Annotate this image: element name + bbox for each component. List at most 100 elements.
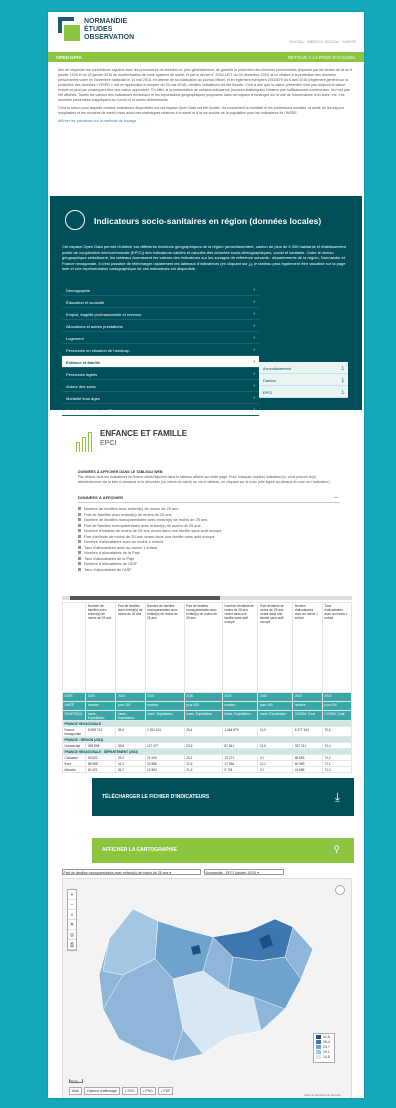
meta-cell: 2020	[221, 692, 259, 702]
meta-cell: nombre	[85, 701, 117, 711]
meta-cell: 2020	[85, 692, 117, 702]
data-table: Nombre de familles avec enfant(s) de moi…	[62, 602, 352, 774]
chevron-right-icon: ›	[253, 287, 255, 293]
normandy-map[interactable]	[63, 879, 353, 1098]
table-cell: 11,9	[257, 726, 294, 737]
indicators-panel: Indicateurs socio-sanitaires en région (…	[50, 196, 362, 416]
theme-item[interactable]: Mortalité des moins de 65 ans ›	[62, 404, 259, 416]
level-label: EPCI	[263, 390, 273, 395]
table-cell: 70,6	[321, 726, 352, 737]
meta-row: DATE 2020 2020 2020 2020 2020 2020 2022 2022	[62, 692, 352, 702]
meta-cell: CCMSA, Cnaf	[292, 710, 323, 721]
table-cell: 2 261 161	[144, 726, 185, 737]
meta-cell: CCMSA, Cnaf	[321, 710, 352, 721]
collapse-icon[interactable]: —	[334, 494, 338, 499]
theme-item[interactable]: Démographie ›	[62, 284, 259, 296]
column-header[interactable]: Part d'enfants de moins de 25 ans vivant…	[257, 602, 294, 693]
table-scrollbar[interactable]	[62, 596, 352, 600]
theme-item[interactable]: Allocations et autres prestations ›	[62, 320, 259, 332]
zoom-in-icon[interactable]: +	[68, 890, 76, 900]
indicator-select[interactable]: Part de familles monoparentales avec enf…	[62, 869, 201, 875]
level-item[interactable]: EPCI ⤓	[259, 386, 348, 398]
theme-item[interactable]: Personnes âgées ›	[62, 368, 259, 380]
level-item[interactable]: Arrondissement ⤓	[259, 362, 348, 374]
theme-label: Allocations et autres prestations	[66, 324, 123, 329]
bar-chart-icon	[76, 432, 93, 452]
intro-paragraph-1: Afin de respecter les conventions signée…	[58, 68, 353, 102]
map-search-icon	[65, 210, 85, 230]
row-label: France hexagonale	[62, 726, 87, 737]
layers-icon[interactable]	[335, 885, 345, 895]
download-icon: ⤓	[334, 790, 340, 804]
zone-select[interactable]: Normandie - EPCI (janvier 2023) ▾	[204, 869, 284, 875]
theme-list: Démographie › Éducation et scolarité › Emplo…	[62, 284, 259, 416]
search-icon[interactable]: ⌕	[68, 910, 76, 920]
map-button[interactable]: Options d'affichage	[84, 1087, 120, 1095]
theme-label: Enfance et famille	[66, 360, 101, 365]
data-to-display-toggle[interactable]: DONNÉES À AFFICHER —	[78, 494, 340, 503]
map-view[interactable]: + − ⌕ ✕ ◎ ⎙ 32,6 26,4 23,7 19,1 14,5 20 km A…	[62, 878, 352, 1098]
column-header[interactable]: Nombre de familles avec enfant(s) de moi…	[85, 602, 117, 693]
chevron-right-icon: ›	[253, 383, 255, 389]
map-button[interactable]: ⤓ PDF	[157, 1087, 174, 1095]
chevron-right-icon: ›	[253, 335, 255, 341]
column-header[interactable]: Taux d'allocataires avec au moins 1 enfa…	[321, 602, 352, 693]
show-map-label: AFFICHER LA CARTOGRAPHIE	[102, 847, 177, 853]
map-button[interactable]: ⤓ SVG	[121, 1087, 138, 1095]
back-home-link[interactable]: RETOUR À LA PAGE D'ACCUEIL	[288, 55, 356, 60]
table-cell: 24 177	[292, 772, 323, 774]
theme-item[interactable]: Personnes en situation de handicap ›	[62, 344, 259, 356]
theme-item[interactable]: Autour des soins ›	[62, 380, 259, 392]
theme-item[interactable]: Mortalité tous âges ›	[62, 392, 259, 404]
meta-cell: Insee, Exploitation	[144, 710, 185, 721]
theme-label: Autour des soins	[66, 384, 96, 389]
theme-item[interactable]: Éducation et scolarité ›	[62, 296, 259, 308]
column-header[interactable]: Nombre d'enfants de moins de 25 ans viva…	[221, 602, 259, 693]
theme-label: Emploi, fragilité professionnelle et rev…	[66, 312, 142, 317]
logo-icon[interactable]	[58, 17, 80, 41]
table-row: Orne34 17335,08 40022,77 59811,124 17770…	[62, 772, 352, 774]
page: NORMANDIE ÉTUDES OBSERVATION SOCIAL · MÉ…	[48, 12, 364, 1098]
chevron-right-icon: ›	[253, 323, 255, 329]
download-icon[interactable]: ⤓	[342, 365, 344, 371]
meta-label: SOURCE(S)	[62, 710, 87, 721]
theme-item[interactable]: Enfance et famille ›	[62, 356, 259, 368]
print-icon[interactable]: ⎙	[68, 940, 76, 950]
level-label: Canton	[263, 378, 276, 383]
section-subtitle: EPCI	[100, 440, 117, 447]
chevron-right-icon: ›	[253, 395, 255, 401]
download-indicators-button[interactable]: TÉLÉCHARGER LE FICHIER D'INDICATEURS ⤓	[92, 778, 354, 816]
theme-item[interactable]: Emploi, fragilité professionnelle et rev…	[62, 308, 259, 320]
column-header[interactable]: Nombre d'allocataires avec au moins 1 en…	[292, 602, 323, 693]
data-to-display-label: DONNÉES À AFFICHER	[78, 495, 123, 500]
theme-item[interactable]: Logement ›	[62, 332, 259, 344]
locate-icon[interactable]: ◎	[68, 930, 76, 940]
table-cell: 34 173	[85, 772, 117, 774]
show-map-button[interactable]: AFFICHER LA CARTOGRAPHIE ⚲	[92, 838, 354, 863]
panel-description: Cet espace Open Data permet d'obtenir su…	[62, 244, 346, 271]
map-button[interactable]: Aide	[69, 1087, 83, 1095]
panel-title: Indicateurs socio-sanitaires en région (…	[94, 216, 322, 226]
web-table-info: DONNÉES À AFFICHER DANS LE TABLEAU WEB P…	[78, 470, 340, 484]
meta-cell: 2020	[144, 692, 185, 702]
reset-icon[interactable]: ✕	[68, 920, 76, 930]
chevron-right-icon: ›	[253, 407, 255, 413]
theme-label: Personnes âgées	[66, 372, 98, 377]
top-navigation[interactable]: SOCIAL · MÉDICO-SOCIAL · SANTÉ	[289, 39, 356, 44]
column-header[interactable]: Nombre de familles monoparentales avec e…	[144, 602, 185, 693]
theme-label: Personnes en situation de handicap	[66, 348, 130, 353]
column-header[interactable]: Part de familles avec enfant(s) de moins…	[115, 602, 146, 693]
download-icon[interactable]: ⤓	[342, 377, 344, 383]
chevron-right-icon: ›	[253, 311, 255, 317]
meta-cell: pour 100	[183, 701, 223, 711]
level-item[interactable]: Canton ⤓	[259, 374, 348, 386]
zoom-out-icon[interactable]: −	[68, 900, 76, 910]
indicator-checkbox[interactable]: Taux d'allocataires de l'ASF	[78, 567, 340, 573]
blur-method-link[interactable]: Afficher les précisions sur la méthode d…	[58, 119, 354, 124]
brand-name: NORMANDIE ÉTUDES OBSERVATION	[84, 18, 135, 41]
table-cell: 26,4	[183, 726, 223, 737]
download-icon[interactable]: ⤓	[342, 389, 344, 395]
column-header[interactable]: Part de familles monoparentales avec enf…	[183, 602, 223, 693]
meta-cell: 2022	[292, 692, 323, 702]
map-button[interactable]: ⤓ PNG	[139, 1087, 156, 1095]
